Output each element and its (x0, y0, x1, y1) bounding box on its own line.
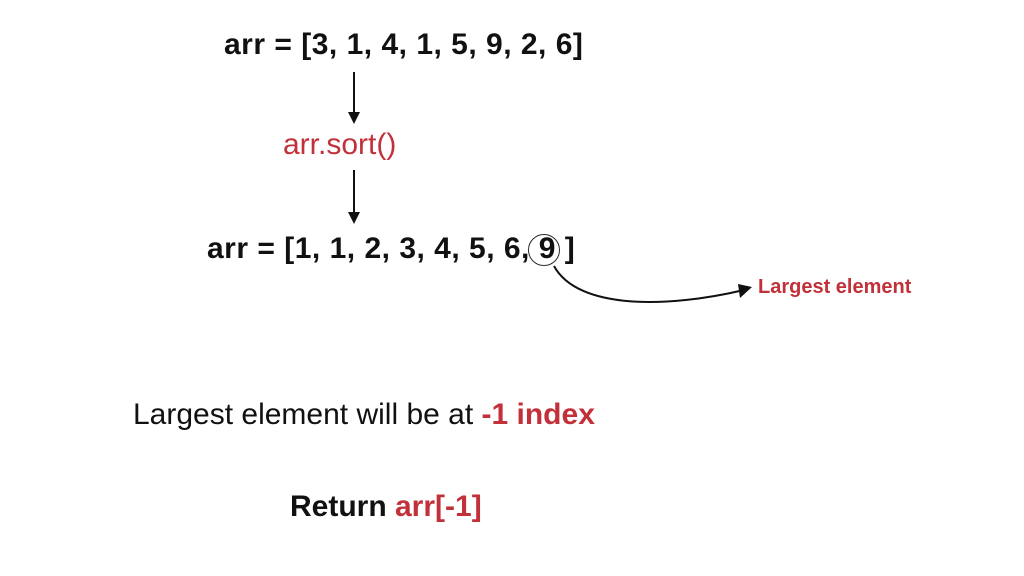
explain-prefix: Largest element will be at (133, 398, 482, 431)
diagram-stage: arr = [3, 1, 4, 1, 5, 9, 2, 6] arr.sort(… (0, 0, 1024, 576)
unsorted-values: 3, 1, 4, 1, 5, 9, 2, 6 (312, 28, 573, 61)
unsorted-array-line: arr = [3, 1, 4, 1, 5, 9, 2, 6] (224, 28, 583, 62)
explain-highlight: -1 index (482, 398, 595, 431)
arrow-down-icon (344, 70, 345, 126)
arrow-down-icon (344, 168, 345, 226)
sorted-array-line: arr = [1, 1, 2, 3, 4, 5, 6, 9 ] (207, 232, 575, 266)
sorted-values: 1, 1, 2, 3, 4, 5, 6, 9 (295, 232, 556, 265)
return-prefix: Return (290, 490, 395, 523)
var-name: arr (207, 232, 249, 265)
var-name: arr (224, 28, 266, 61)
return-highlight: arr[-1] (395, 490, 482, 523)
return-line: Return arr[-1] (290, 490, 482, 524)
explanation-line: Largest element will be at -1 index (133, 398, 595, 432)
sort-call: arr.sort() (283, 128, 396, 162)
arrow-curve-icon (548, 260, 758, 325)
annotation-largest: Largest element (758, 276, 911, 299)
